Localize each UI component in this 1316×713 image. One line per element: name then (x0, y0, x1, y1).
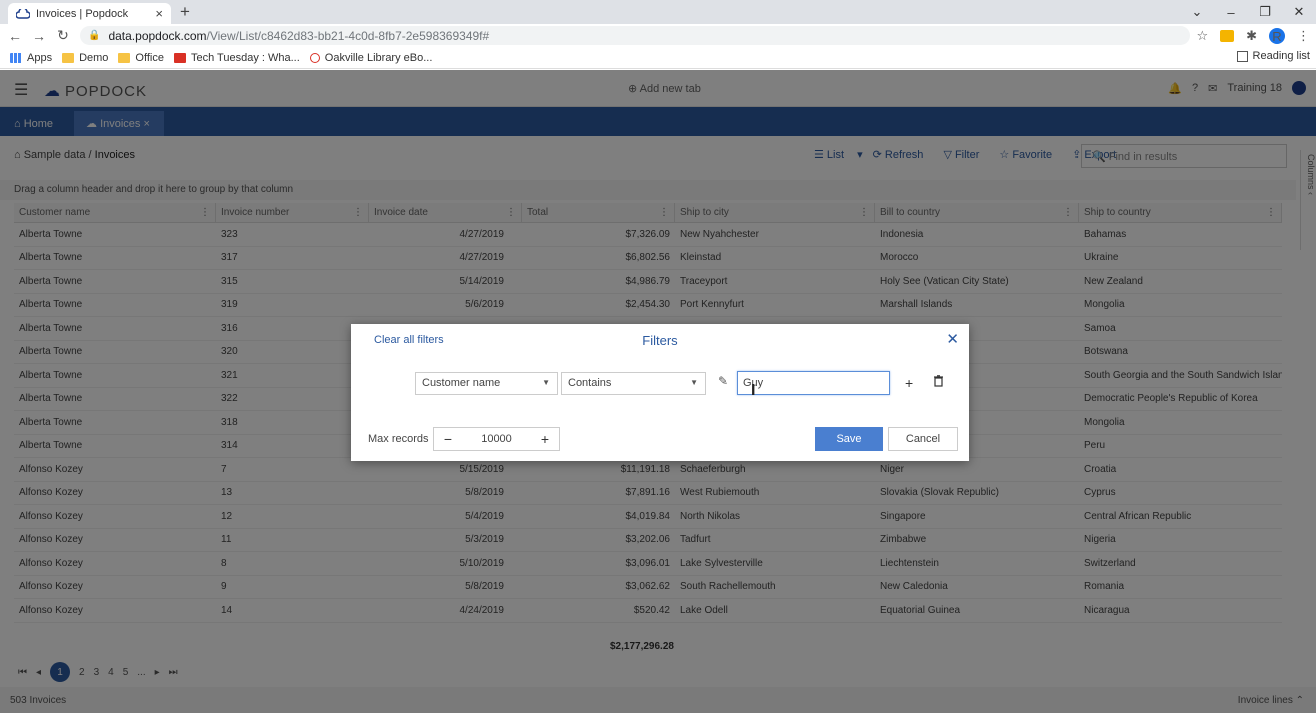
max-records-label: Max records (368, 433, 429, 445)
url-field[interactable]: 🔒 data.popdock.com/View/List/c8462d83-bb… (80, 26, 1190, 45)
back-icon[interactable]: ← (6, 28, 24, 44)
filter-value-input[interactable] (737, 371, 890, 395)
browser-tab[interactable]: Invoices | Popdock × (8, 3, 171, 24)
browser-tab-title: Invoices | Popdock (36, 7, 129, 20)
bookmark-office[interactable]: Office (118, 52, 164, 64)
increment-button[interactable]: + (531, 431, 559, 447)
reload-icon[interactable]: ↻ (54, 27, 72, 44)
text-cursor-icon: I (751, 382, 756, 399)
minimize-icon[interactable]: – (1214, 5, 1248, 20)
bookmark-demo[interactable]: Demo (62, 52, 108, 64)
address-bar: ← → ↻ 🔒 data.popdock.com/View/List/c8462… (0, 24, 1316, 47)
extensions: ☆ ✱ R ⋮ (1190, 26, 1316, 46)
decrement-button[interactable]: − (434, 431, 462, 447)
bookmark-label: Demo (79, 51, 109, 64)
folder-icon (62, 52, 75, 63)
close-window-icon[interactable]: ✕ (1282, 4, 1316, 20)
filter-field-select[interactable]: Customer name ▼ (415, 372, 558, 395)
apps-grid-icon (10, 52, 22, 63)
filter-operator-select[interactable]: Contains ▼ (561, 372, 706, 395)
restore-icon[interactable]: ❐ (1248, 4, 1282, 20)
caret-down-icon: ▼ (690, 378, 698, 387)
star-icon[interactable]: ☆ (1196, 28, 1208, 44)
edit-icon[interactable]: ✎ (714, 374, 732, 394)
new-tab-icon[interactable]: + (180, 3, 190, 21)
forward-icon[interactable]: → (30, 28, 48, 44)
bookmark-label: Apps (27, 51, 53, 64)
max-records-value[interactable]: 10000 (462, 433, 531, 445)
eone-icon (173, 52, 186, 63)
bookmark-label: Office (135, 51, 164, 64)
puzzle-icon[interactable]: ✱ (1246, 28, 1257, 44)
bookmarks-bar: Apps Demo Office Tech Tuesday : Wha... O… (0, 47, 1316, 69)
bookmark-label: Oakville Library eBo... (324, 51, 433, 64)
lock-icon: 🔒 (88, 30, 101, 41)
browser-tabbar: Invoices | Popdock × + ⌄ – ❐ ✕ (0, 0, 1316, 24)
bookmark-tech-tuesday[interactable]: Tech Tuesday : Wha... (173, 51, 300, 64)
save-button[interactable]: Save (815, 427, 883, 451)
trash-icon[interactable] (933, 375, 944, 387)
dialog-title: Filters (642, 333, 678, 348)
menu-icon[interactable]: ⋮ (1297, 28, 1310, 44)
filter-operator-value: Contains (568, 377, 612, 389)
bookmark-apps[interactable]: Apps (10, 52, 52, 64)
filter-field-value: Customer name (422, 377, 501, 389)
folder-icon (118, 52, 131, 63)
cancel-button[interactable]: Cancel (888, 427, 958, 451)
extension-icon[interactable] (1220, 30, 1235, 42)
bookmark-oakville-library[interactable]: Oakville Library eBo... (309, 51, 433, 64)
bookmark-label: Tech Tuesday : Wha... (190, 51, 300, 64)
library-icon (309, 52, 320, 63)
reading-list[interactable]: Reading list (1236, 50, 1310, 62)
close-icon[interactable]: ✕ (946, 330, 959, 348)
chevron-down-icon[interactable]: ⌄ (1180, 4, 1214, 20)
add-filter-icon[interactable]: + (905, 375, 913, 391)
popdock-favicon-icon (16, 7, 30, 21)
caret-down-icon: ▼ (542, 378, 550, 387)
reading-list-icon (1236, 50, 1248, 62)
reading-list-label: Reading list (1252, 50, 1310, 62)
url-path: /View/List/c8462d83-bb21-4c0d-8fb7-2e598… (206, 28, 490, 43)
url-host: data.popdock.com (108, 28, 207, 43)
close-tab-icon[interactable]: × (155, 6, 163, 21)
window-controls: ⌄ – ❐ ✕ (1180, 0, 1316, 24)
filters-dialog: Clear all filters Filters ✕ Customer nam… (351, 324, 969, 461)
max-records-stepper: − 10000 + (433, 427, 560, 451)
profile-avatar[interactable]: R (1269, 28, 1285, 44)
